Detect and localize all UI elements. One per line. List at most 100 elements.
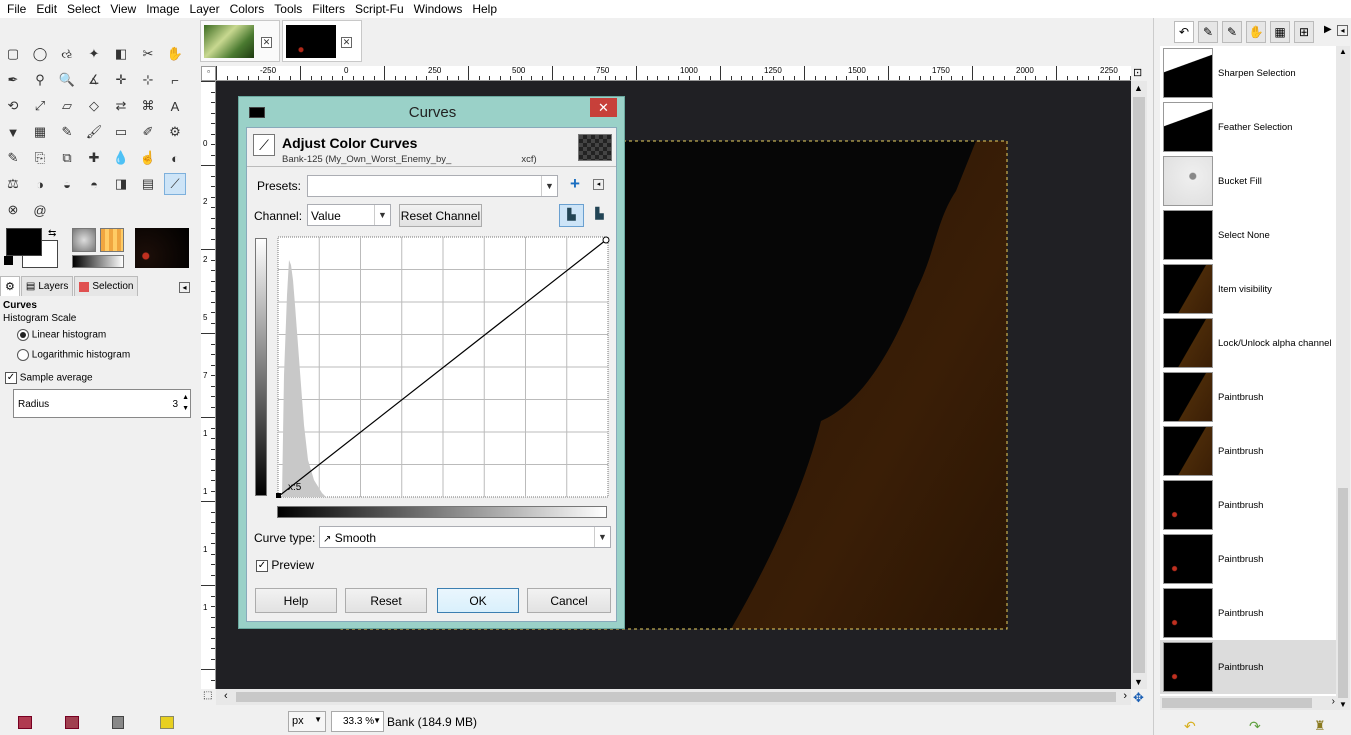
- scale-tool-icon[interactable]: ⤢: [29, 95, 51, 117]
- curve-graph[interactable]: x:5: [276, 235, 610, 499]
- blur-tool-icon[interactable]: 💧: [110, 147, 132, 169]
- curve-point-end[interactable]: [602, 236, 610, 244]
- move-tool-icon[interactable]: ✛: [110, 69, 132, 91]
- paint-dynamics-tab[interactable]: ✎: [1198, 21, 1218, 43]
- presets-combobox[interactable]: ▼: [307, 175, 558, 197]
- undo-history-item[interactable]: Bucket Fill: [1160, 154, 1337, 208]
- zoom-tool-icon[interactable]: 🔍: [56, 69, 78, 91]
- color-picker-tool-icon[interactable]: ⚲: [29, 69, 51, 91]
- unit-selector[interactable]: px ▼: [288, 711, 326, 732]
- close-tab-icon[interactable]: ✕: [341, 37, 352, 48]
- color-to-alpha-tool-icon[interactable]: ⊗: [2, 199, 24, 221]
- redo-icon[interactable]: ↷: [1249, 718, 1261, 735]
- scroll-down-icon[interactable]: ▼: [1339, 700, 1347, 709]
- curves-tool-icon[interactable]: ⟋: [164, 173, 186, 195]
- active-image-thumbnail[interactable]: [135, 228, 189, 268]
- undo-history-item[interactable]: Select None: [1160, 208, 1337, 262]
- menu-colors[interactable]: Colors: [225, 0, 270, 18]
- levels-tool-icon[interactable]: ▤: [137, 173, 159, 195]
- bucket-fill-tool-icon[interactable]: ▼: [2, 121, 24, 143]
- menu-edit[interactable]: Edit: [31, 0, 62, 18]
- log-view-toggle[interactable]: ▙: [587, 204, 612, 227]
- dock-menu-icon[interactable]: ◂: [179, 282, 190, 293]
- brushes-tab[interactable]: ✎: [1222, 21, 1242, 43]
- undo-vscroll[interactable]: ▲ ▼: [1336, 46, 1350, 710]
- save-tool-preset-icon[interactable]: [18, 716, 32, 729]
- image-tab-bank[interactable]: ✕: [282, 20, 362, 62]
- undo-history-tab[interactable]: ↶: [1174, 21, 1194, 43]
- spiral-tool-icon[interactable]: @: [29, 199, 51, 221]
- perspective-clone-tool-icon[interactable]: ⧉: [56, 147, 78, 169]
- sample-average-option[interactable]: ✓ Sample average: [5, 372, 93, 384]
- linear-histogram-option[interactable]: Linear histogram: [17, 329, 106, 341]
- undo-history-item[interactable]: Paintbrush: [1160, 424, 1337, 478]
- scroll-thumb[interactable]: [236, 692, 1116, 702]
- radius-spinner[interactable]: Radius 3 ▲ ▼: [13, 389, 191, 418]
- horizontal-scrollbar[interactable]: ‹ ›: [216, 689, 1131, 705]
- menu-select[interactable]: Select: [62, 0, 105, 18]
- flip-tool-icon[interactable]: ⇄: [110, 95, 132, 117]
- cage-tool-icon[interactable]: ⌘: [137, 95, 159, 117]
- foreground-select-tool-icon[interactable]: ✋: [164, 43, 186, 65]
- tool-presets-tab[interactable]: ✋: [1246, 21, 1266, 43]
- menu-tools[interactable]: Tools: [269, 0, 307, 18]
- logarithmic-histogram-option[interactable]: Logarithmic histogram: [17, 349, 130, 361]
- undo-history-item[interactable]: Feather Selection: [1160, 100, 1337, 154]
- menu-help[interactable]: Help: [467, 0, 502, 18]
- menu-file[interactable]: File: [2, 0, 31, 18]
- reset-tool-options-icon[interactable]: [160, 716, 174, 729]
- vertical-scrollbar[interactable]: ▲ ▼: [1131, 81, 1147, 689]
- sample-average-checkbox[interactable]: ✓: [5, 372, 17, 384]
- paths-tool-icon[interactable]: ✒: [2, 69, 24, 91]
- navigate-icon[interactable]: ✥: [1133, 690, 1144, 706]
- linear-view-toggle[interactable]: ▙: [559, 204, 584, 227]
- curve-type-combobox[interactable]: ↗ Smooth ▼: [319, 526, 611, 548]
- channel-value[interactable]: Value: [311, 209, 341, 223]
- curve-point-start[interactable]: [276, 493, 281, 498]
- undo-history-item[interactable]: Item visibility: [1160, 262, 1337, 316]
- text-tool-icon[interactable]: A: [164, 95, 186, 117]
- close-button[interactable]: ✕: [590, 98, 617, 117]
- close-tab-icon[interactable]: ✕: [261, 37, 272, 48]
- ink-tool-icon[interactable]: ⚙: [164, 121, 186, 143]
- dock-menu-icon[interactable]: ◂: [1337, 25, 1348, 36]
- blend-tool-icon[interactable]: ▦: [29, 121, 51, 143]
- scroll-left-icon[interactable]: ‹: [224, 690, 228, 702]
- preset-menu-icon[interactable]: ◂: [593, 179, 604, 190]
- threshold-tool-icon[interactable]: ◨: [110, 173, 132, 195]
- radio-logarithmic[interactable]: [17, 349, 29, 361]
- clear-history-icon[interactable]: ♜: [1314, 718, 1326, 734]
- undo-history-item[interactable]: Paintbrush: [1160, 640, 1337, 694]
- radio-linear[interactable]: [17, 329, 29, 341]
- spinner-arrows-icon[interactable]: ▲ ▼: [182, 392, 189, 414]
- scroll-up-icon[interactable]: ▲: [1339, 47, 1347, 56]
- rect-select-tool-icon[interactable]: ▢: [2, 43, 24, 65]
- undo-hscroll[interactable]: ›: [1160, 696, 1337, 710]
- pencil-tool-icon[interactable]: ✎: [56, 121, 78, 143]
- scissors-select-tool-icon[interactable]: ✂: [137, 43, 159, 65]
- tab-tool-options[interactable]: ⚙: [0, 276, 20, 296]
- foreground-color-swatch[interactable]: [6, 228, 42, 256]
- undo-history-item[interactable]: Sharpen Selection: [1160, 46, 1337, 100]
- delete-tool-preset-icon[interactable]: [112, 716, 124, 729]
- color-select-tool-icon[interactable]: ◧: [110, 43, 132, 65]
- preview-checkbox[interactable]: ✓: [256, 559, 268, 572]
- restore-tool-preset-icon[interactable]: [65, 716, 79, 729]
- scroll-right-icon[interactable]: ›: [1332, 696, 1335, 707]
- eraser-tool-icon[interactable]: ▭: [110, 121, 132, 143]
- scroll-right-icon[interactable]: ▶: [1324, 24, 1332, 35]
- measure-tool-icon[interactable]: ∡: [83, 69, 105, 91]
- cancel-button[interactable]: Cancel: [527, 588, 611, 613]
- reset-button[interactable]: Reset: [345, 588, 427, 613]
- perspective-tool-icon[interactable]: ◇: [83, 95, 105, 117]
- gradient-preview[interactable]: [72, 255, 124, 268]
- menu-layer[interactable]: Layer: [185, 0, 225, 18]
- crop-tool-icon[interactable]: ⌐: [164, 69, 186, 91]
- channels-tab[interactable]: ▦: [1270, 21, 1290, 43]
- pattern-preview[interactable]: [100, 228, 124, 252]
- paintbrush-tool-icon[interactable]: 🖌: [83, 121, 105, 143]
- scroll-thumb[interactable]: [1162, 698, 1312, 708]
- fuzzy-select-tool-icon[interactable]: ✦: [83, 43, 105, 65]
- quick-mask-icon[interactable]: ⬚: [203, 690, 212, 701]
- horizontal-ruler[interactable]: -250 0 250 500 750 1000 1250 1500 1750 2000 2250: [216, 66, 1131, 81]
